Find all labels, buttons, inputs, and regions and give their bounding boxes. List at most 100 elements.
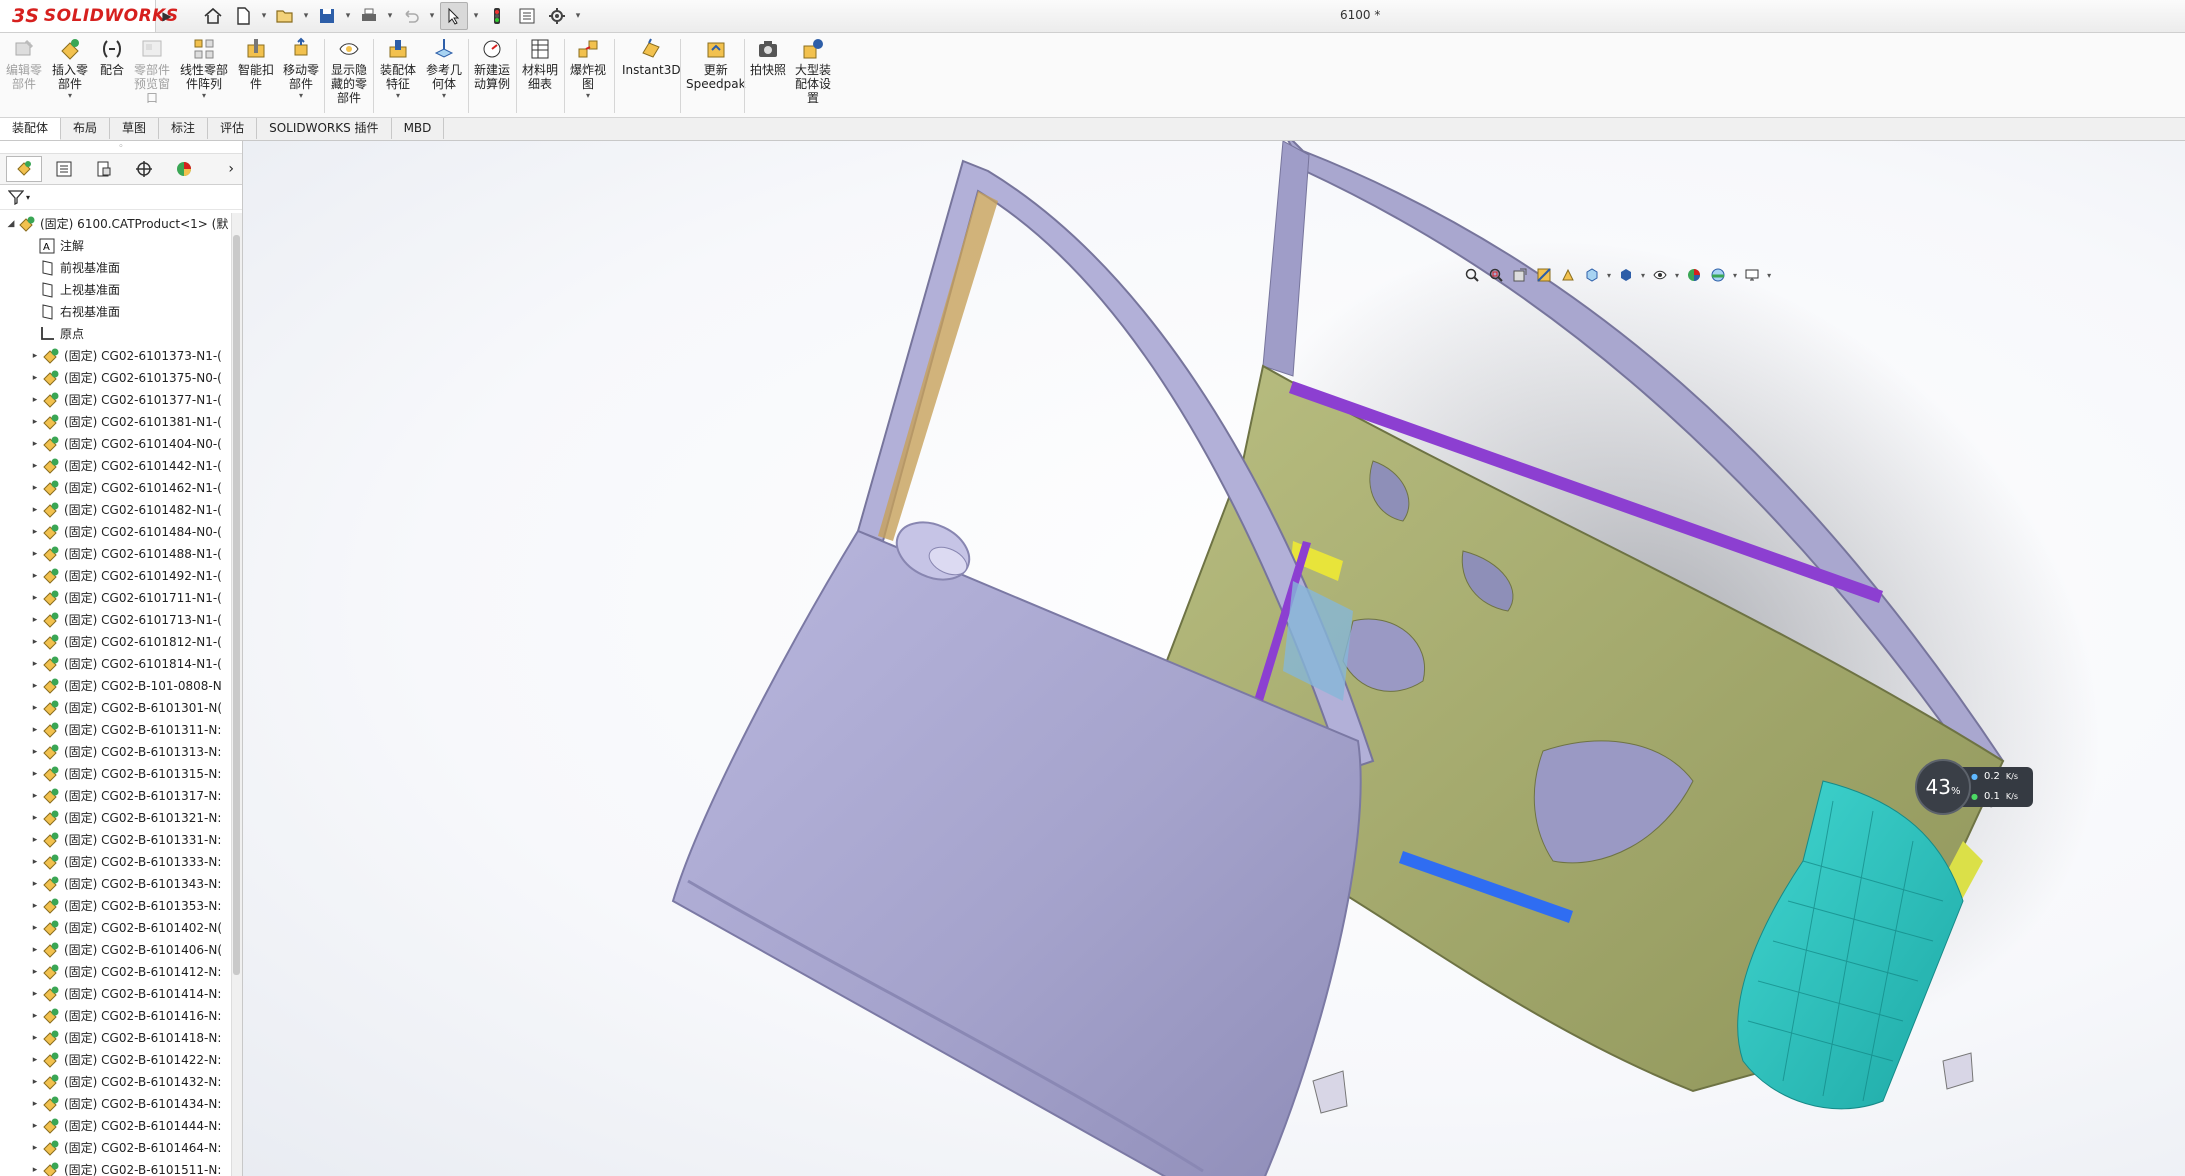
expand-arrow-icon[interactable]: ▸ bbox=[30, 1005, 40, 1027]
smart-fastener-button[interactable]: 智能扣 件 bbox=[238, 37, 274, 91]
file-properties-icon[interactable] bbox=[514, 3, 540, 29]
tree-item-annotations[interactable]: A 注解 bbox=[0, 235, 230, 257]
expand-arrow-icon[interactable]: ▸ bbox=[30, 653, 40, 675]
tree-item-top-plane[interactable]: 上视基准面 bbox=[0, 279, 230, 301]
insert-component-dropdown-icon[interactable]: ▾ bbox=[68, 91, 72, 101]
exploded-view-dropdown-icon[interactable]: ▾ bbox=[586, 91, 590, 101]
assembly-feature-dropdown-icon[interactable]: ▾ bbox=[396, 91, 400, 101]
tree-component-row[interactable]: ▸ (固定) CG02-6101713-N1-( bbox=[0, 609, 230, 631]
tree-component-row[interactable]: ▸ (固定) CG02-B-6101416-N: bbox=[0, 1005, 230, 1027]
tab-mbd[interactable]: MBD bbox=[392, 118, 445, 139]
home-icon[interactable] bbox=[200, 3, 226, 29]
zoom-area-icon[interactable] bbox=[1487, 266, 1505, 284]
display-manager-tab[interactable] bbox=[166, 156, 202, 182]
undo-icon[interactable] bbox=[398, 3, 424, 29]
tree-scrollbar[interactable] bbox=[231, 213, 242, 1176]
options-icon[interactable] bbox=[544, 3, 570, 29]
expand-arrow-icon[interactable]: ▸ bbox=[30, 1115, 40, 1137]
tree-component-row[interactable]: ▸ (固定) CG02-6101711-N1-( bbox=[0, 587, 230, 609]
select-icon[interactable] bbox=[440, 2, 468, 30]
tree-component-row[interactable]: ▸ (固定) CG02-B-6101432-N: bbox=[0, 1071, 230, 1093]
tree-component-row[interactable]: ▸ (固定) CG02-B-6101418-N: bbox=[0, 1027, 230, 1049]
panel-more-arrow-icon[interactable]: › bbox=[228, 161, 234, 177]
tree-component-row[interactable]: ▸ (固定) CG02-B-6101406-N( bbox=[0, 939, 230, 961]
view-orientation-dropdown-icon[interactable]: ▾ bbox=[1607, 271, 1611, 280]
tree-component-row[interactable]: ▸ (固定) CG02-B-6101444-N: bbox=[0, 1115, 230, 1137]
tree-component-row[interactable]: ▸ (固定) CG02-6101488-N1-( bbox=[0, 543, 230, 565]
exploded-view-button[interactable]: 爆炸视 图 ▾ bbox=[570, 37, 606, 101]
tab-evaluate[interactable]: 评估 bbox=[208, 118, 258, 139]
take-snapshot-button[interactable]: 拍快照 bbox=[750, 37, 786, 77]
tree-component-row[interactable]: ▸ (固定) CG02-B-6101317-N: bbox=[0, 785, 230, 807]
tree-component-row[interactable]: ▸ (固定) CG02-B-6101464-N: bbox=[0, 1137, 230, 1159]
property-manager-tab[interactable] bbox=[46, 156, 82, 182]
tree-item-front-plane[interactable]: 前视基准面 bbox=[0, 257, 230, 279]
tree-component-row[interactable]: ▸ (固定) CG02-6101812-N1-( bbox=[0, 631, 230, 653]
tab-assembly[interactable]: 装配体 bbox=[0, 118, 62, 140]
view-settings-dropdown-icon[interactable]: ▾ bbox=[1767, 271, 1771, 280]
apply-scene-dropdown-icon[interactable]: ▾ bbox=[1733, 271, 1737, 280]
component-preview-button[interactable]: 零部件 预览窗 口 bbox=[134, 37, 170, 105]
traffic-light-icon[interactable] bbox=[484, 3, 510, 29]
reference-geometry-dropdown-icon[interactable]: ▾ bbox=[442, 91, 446, 101]
linear-pattern-dropdown-icon[interactable]: ▾ bbox=[202, 91, 206, 101]
tree-component-row[interactable]: ▸ (固定) CG02-B-6101331-N: bbox=[0, 829, 230, 851]
edit-component-button[interactable]: 编辑零 部件 bbox=[6, 37, 42, 91]
expand-arrow-icon[interactable]: ▸ bbox=[30, 345, 40, 367]
expand-arrow-icon[interactable]: ▸ bbox=[30, 499, 40, 521]
hide-show-icon[interactable] bbox=[1651, 266, 1669, 284]
print-dropdown-icon[interactable]: ▾ bbox=[386, 11, 394, 21]
expand-arrow-icon[interactable]: ▸ bbox=[30, 719, 40, 741]
tree-component-row[interactable]: ▸ (固定) CG02-B-6101402-N( bbox=[0, 917, 230, 939]
instant3d-button[interactable]: Instant3D bbox=[622, 37, 681, 77]
bill-of-materials-button[interactable]: 材料明 细表 bbox=[522, 37, 558, 91]
expand-arrow-icon[interactable]: ▸ bbox=[30, 697, 40, 719]
hide-show-dropdown-icon[interactable]: ▾ bbox=[1675, 271, 1679, 280]
solidworks-logo[interactable]: 3S SOLIDWORKS bbox=[0, 0, 178, 32]
save-icon[interactable] bbox=[314, 3, 340, 29]
scrollbar-thumb[interactable] bbox=[233, 235, 240, 975]
undo-dropdown-icon[interactable]: ▾ bbox=[428, 11, 436, 21]
tree-component-row[interactable]: ▸ (固定) CG02-B-6101422-N: bbox=[0, 1049, 230, 1071]
tab-sketch[interactable]: 草图 bbox=[110, 118, 160, 139]
menu-expand-arrow-icon[interactable]: ▶ bbox=[157, 0, 177, 32]
expand-arrow-icon[interactable]: ▸ bbox=[30, 807, 40, 829]
view-settings-icon[interactable] bbox=[1743, 266, 1761, 284]
tree-component-row[interactable]: ▸ (固定) CG02-6101381-N1-( bbox=[0, 411, 230, 433]
tree-component-row[interactable]: ▸ (固定) CG02-B-6101412-N: bbox=[0, 961, 230, 983]
expand-arrow-icon[interactable]: ▸ bbox=[30, 675, 40, 697]
tree-component-row[interactable]: ▸ (固定) CG02-6101814-N1-( bbox=[0, 653, 230, 675]
expand-arrow-icon[interactable]: ▸ bbox=[30, 565, 40, 587]
expand-arrow-icon[interactable]: ▸ bbox=[30, 1093, 40, 1115]
update-speedpak-button[interactable]: 更新 Speedpak bbox=[686, 37, 746, 91]
previous-view-icon[interactable] bbox=[1511, 266, 1529, 284]
view-orientation-icon[interactable] bbox=[1583, 266, 1601, 284]
zoom-to-fit-icon[interactable] bbox=[1463, 266, 1481, 284]
expand-arrow-icon[interactable]: ▸ bbox=[30, 961, 40, 983]
tree-component-row[interactable]: ▸ (固定) CG02-B-6101511-N: bbox=[0, 1159, 230, 1176]
expand-arrow-icon[interactable]: ▸ bbox=[30, 587, 40, 609]
tab-markup[interactable]: 标注 bbox=[159, 118, 209, 139]
tree-component-row[interactable]: ▸ (固定) CG02-6101377-N1-( bbox=[0, 389, 230, 411]
open-icon[interactable] bbox=[272, 3, 298, 29]
tree-root-node[interactable]: ◢ (固定) 6100.CATProduct<1> (默 bbox=[0, 213, 230, 235]
expand-arrow-icon[interactable]: ▸ bbox=[30, 983, 40, 1005]
tree-component-row[interactable]: ▸ (固定) CG02-B-6101315-N: bbox=[0, 763, 230, 785]
expand-arrow-icon[interactable]: ▸ bbox=[30, 1137, 40, 1159]
tree-component-row[interactable]: ▸ (固定) CG02-6101404-N0-( bbox=[0, 433, 230, 455]
tab-layout[interactable]: 布局 bbox=[61, 118, 111, 139]
tree-component-row[interactable]: ▸ (固定) CG02-6101492-N1-( bbox=[0, 565, 230, 587]
insert-component-button[interactable]: 插入零 部件 ▾ bbox=[52, 37, 88, 101]
expand-arrow-icon[interactable]: ▸ bbox=[30, 873, 40, 895]
dimxpert-manager-tab[interactable] bbox=[126, 156, 162, 182]
tree-component-row[interactable]: ▸ (固定) CG02-B-6101353-N: bbox=[0, 895, 230, 917]
panel-grip[interactable]: ◦ bbox=[0, 141, 242, 154]
expand-arrow-icon[interactable]: ▸ bbox=[30, 785, 40, 807]
feature-manager-tab[interactable] bbox=[6, 156, 42, 182]
expand-arrow-icon[interactable]: ▸ bbox=[30, 609, 40, 631]
tree-component-row[interactable]: ▸ (固定) CG02-6101484-N0-( bbox=[0, 521, 230, 543]
assembly-feature-button[interactable]: 装配体 特征 ▾ bbox=[380, 37, 416, 101]
expand-arrow-icon[interactable]: ▸ bbox=[30, 851, 40, 873]
new-motion-study-button[interactable]: 新建运 动算例 bbox=[474, 37, 510, 91]
expand-arrow-icon[interactable]: ▸ bbox=[30, 1049, 40, 1071]
